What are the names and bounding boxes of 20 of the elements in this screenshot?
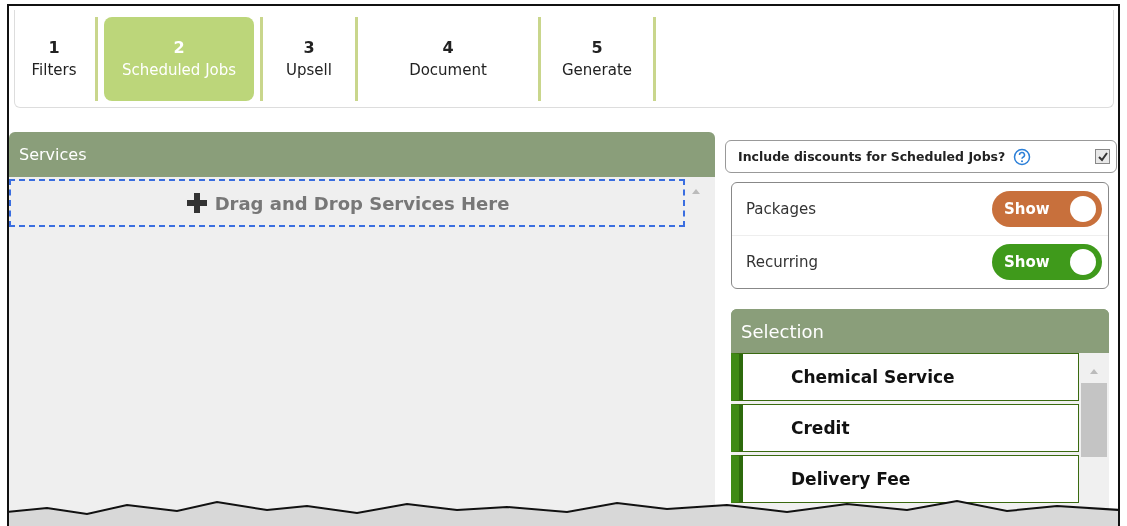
selection-item[interactable]: Delivery Fee	[731, 455, 1079, 503]
selection-item[interactable]: Chemical Service	[731, 353, 1079, 401]
drop-zone[interactable]: Drag and Drop Services Here	[9, 179, 685, 227]
discount-label: Include discounts for Scheduled Jobs?	[738, 149, 1006, 164]
step-tab[interactable]: 3 Upsell	[269, 16, 349, 101]
toggle-label: Recurring	[746, 253, 818, 271]
toggle-label: Packages	[746, 200, 816, 218]
discount-checkbox[interactable]	[1095, 149, 1110, 164]
scroll-up-icon[interactable]	[1089, 367, 1099, 375]
toggle-switch[interactable]: Show	[992, 191, 1102, 227]
toggle-switch[interactable]: Show	[992, 244, 1102, 280]
step-tab[interactable]: 4 Document	[364, 16, 532, 101]
step-tab[interactable]: 1 Filters	[19, 16, 89, 101]
help-icon[interactable]	[1013, 147, 1032, 166]
plus-icon	[184, 191, 209, 215]
scroll-up-icon[interactable]	[691, 187, 701, 195]
panel-header: Services	[9, 132, 715, 177]
step-tab[interactable]: 5 Generate	[547, 16, 647, 101]
scrollbar-thumb[interactable]	[1081, 383, 1107, 457]
selection-item[interactable]: Credit	[731, 404, 1079, 452]
